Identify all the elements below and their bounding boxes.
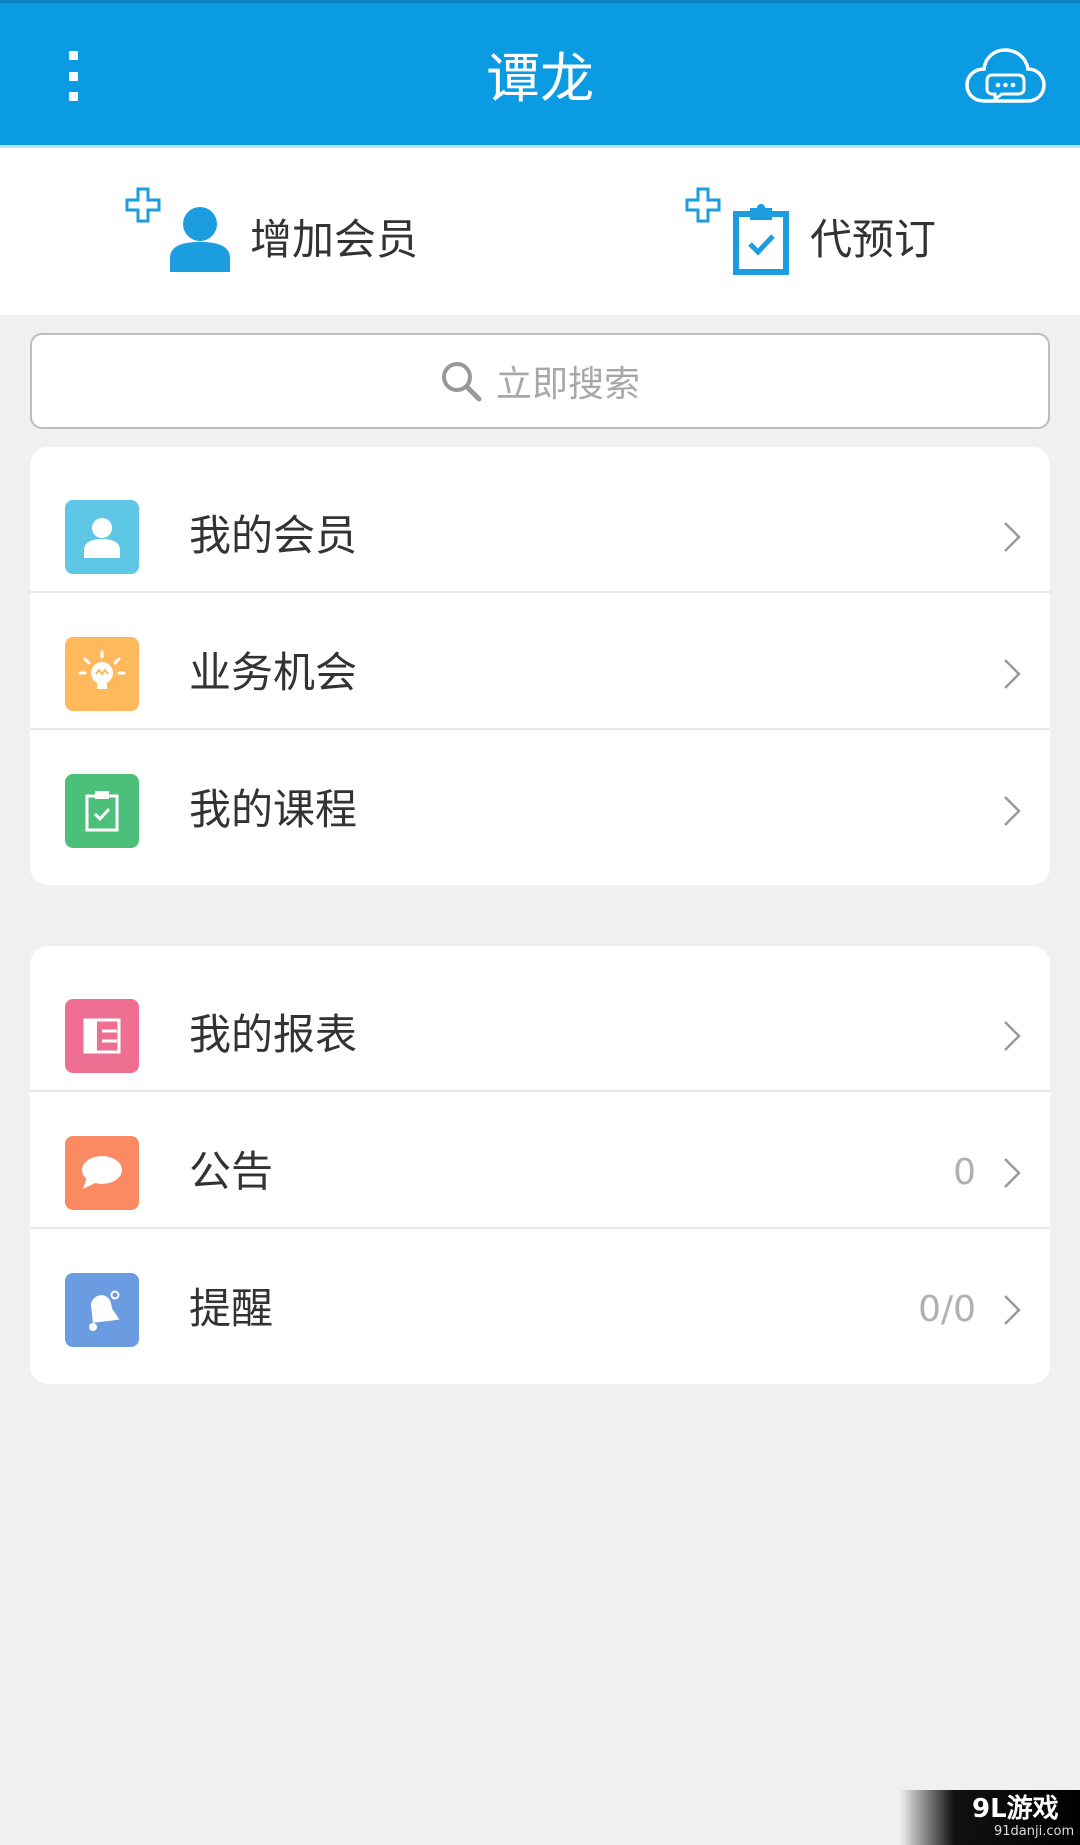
menu-item-label: 我的报表 [189, 1010, 358, 1059]
menu-item-label: 业务机会 [189, 648, 358, 697]
menu-item-reminders[interactable]: 提醒 0/0 [30, 1229, 1050, 1366]
menu-group-2: 我的报表 公告 0 提醒 0/0 [30, 946, 1050, 1384]
report-icon [65, 999, 139, 1073]
chat-bubble-icon [65, 1136, 139, 1210]
add-member-button[interactable]: 增加会员 [124, 148, 444, 315]
watermark: 9L游戏 91danji.com [900, 1790, 1080, 1845]
bell-icon [65, 1273, 139, 1347]
more-vert-icon[interactable] [48, 41, 98, 111]
quick-actions-bar: 增加会员 代预订 [0, 148, 1080, 315]
person-icon [170, 207, 230, 272]
watermark-main: 9L游戏 [972, 1794, 1059, 1824]
search-placeholder: 立即搜索 [495, 364, 640, 405]
booking-label: 代预订 [810, 215, 937, 264]
menu-item-business-opportunities[interactable]: 业务机会 [30, 593, 1050, 730]
top-bar: 谭龙 [0, 0, 1080, 148]
menu-item-my-reports[interactable]: 我的报表 [30, 955, 1050, 1092]
menu-item-label: 我的课程 [189, 785, 358, 834]
app-screen: 谭龙 增加会员 代预订 立即搜索 我的会员 业务机会 我的课程 我的报表 公告 … [0, 0, 1080, 1845]
plus-icon [125, 187, 161, 223]
clipboard-check-icon [733, 204, 789, 275]
chevron-right-icon [1004, 659, 1021, 689]
lightbulb-icon [65, 637, 139, 711]
watermark-sub: 91danji.com [994, 1824, 1075, 1839]
menu-item-label: 我的会员 [189, 511, 358, 560]
add-member-label: 增加会员 [250, 215, 419, 264]
chevron-right-icon [1004, 1021, 1021, 1051]
menu-item-my-members[interactable]: 我的会员 [30, 456, 1050, 593]
reminder-count: 0/0 [918, 1289, 976, 1330]
search-bar[interactable]: 立即搜索 [30, 333, 1050, 429]
cloud-chat-icon[interactable] [964, 47, 1046, 107]
plus-icon [685, 187, 721, 223]
announcement-count: 0 [953, 1152, 976, 1193]
menu-group-1: 我的会员 业务机会 我的课程 [30, 447, 1050, 885]
menu-item-label: 提醒 [189, 1284, 274, 1333]
clipboard-check-icon [65, 774, 139, 848]
chevron-right-icon [1004, 1295, 1021, 1325]
search-icon [441, 362, 482, 402]
person-icon [65, 500, 139, 574]
chevron-right-icon [1004, 1158, 1021, 1188]
menu-item-my-courses[interactable]: 我的课程 [30, 730, 1050, 867]
chevron-right-icon [1004, 796, 1021, 826]
chevron-right-icon [1004, 522, 1021, 552]
page-title: 谭龙 [486, 47, 594, 110]
menu-item-label: 公告 [189, 1147, 274, 1196]
menu-item-announcements[interactable]: 公告 0 [30, 1092, 1050, 1229]
booking-button[interactable]: 代预订 [684, 148, 964, 315]
